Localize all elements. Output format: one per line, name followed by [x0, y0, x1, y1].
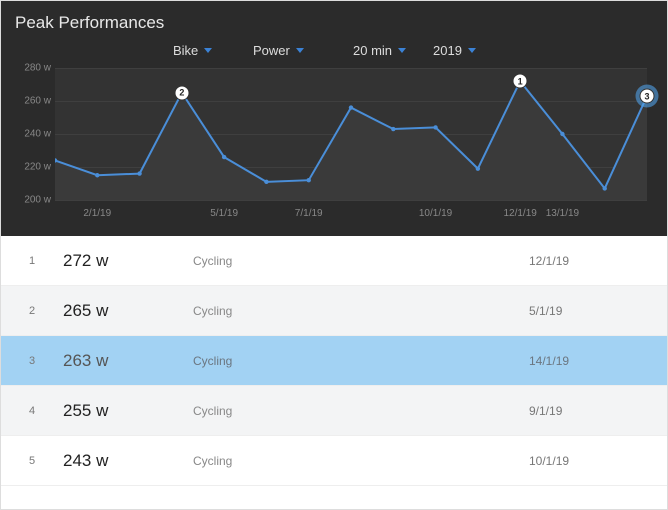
filter-duration-label: 20 min	[353, 43, 392, 58]
peak-chart: 200 w220 w240 w260 w280 w2/1/195/1/197/1…	[55, 68, 647, 228]
chart-marker[interactable]: 1	[513, 74, 528, 89]
y-tick: 200 w	[24, 195, 51, 206]
filter-period-label: 2019	[433, 43, 462, 58]
filter-bar: Bike Power 20 min 2019	[15, 43, 653, 58]
row-rank: 4	[29, 405, 63, 417]
x-tick: 7/1/19	[295, 208, 323, 219]
row-rank: 5	[29, 455, 63, 467]
row-date: 9/1/19	[529, 404, 649, 418]
row-date: 14/1/19	[529, 354, 649, 368]
chevron-down-icon	[204, 48, 212, 53]
row-date: 10/1/19	[529, 454, 649, 468]
x-tick: 12/1/19	[503, 208, 536, 219]
chevron-down-icon	[468, 48, 476, 53]
row-sport: Cycling	[193, 404, 529, 418]
chevron-down-icon	[296, 48, 304, 53]
filter-sport-label: Bike	[173, 43, 198, 58]
row-date: 5/1/19	[529, 304, 649, 318]
x-tick: 10/1/19	[419, 208, 452, 219]
x-tick: 13/1/19	[546, 208, 579, 219]
x-tick: 2/1/19	[83, 208, 111, 219]
y-tick: 240 w	[24, 129, 51, 140]
filter-duration[interactable]: 20 min	[353, 43, 415, 58]
panel-title: Peak Performances	[15, 13, 653, 33]
row-date: 12/1/19	[529, 254, 649, 268]
row-rank: 3	[29, 355, 63, 367]
row-value: 263 w	[63, 351, 193, 371]
y-tick: 260 w	[24, 96, 51, 107]
chart-marker[interactable]: 2	[174, 85, 189, 100]
results-table: 1272 wCycling12/1/192265 wCycling5/1/193…	[1, 236, 667, 486]
row-rank: 2	[29, 305, 63, 317]
row-value: 243 w	[63, 451, 193, 471]
table-row[interactable]: 1272 wCycling12/1/19	[1, 236, 667, 286]
row-sport: Cycling	[193, 304, 529, 318]
filter-metric[interactable]: Power	[253, 43, 335, 58]
table-row[interactable]: 3263 wCycling14/1/19	[1, 336, 667, 386]
y-tick: 280 w	[24, 63, 51, 74]
table-row[interactable]: 5243 wCycling10/1/19	[1, 436, 667, 486]
filter-metric-label: Power	[253, 43, 290, 58]
row-sport: Cycling	[193, 354, 529, 368]
table-row[interactable]: 2265 wCycling5/1/19	[1, 286, 667, 336]
filter-period[interactable]: 2019	[433, 43, 495, 58]
row-sport: Cycling	[193, 454, 529, 468]
table-row[interactable]: 4255 wCycling9/1/19	[1, 386, 667, 436]
row-rank: 1	[29, 255, 63, 267]
y-tick: 220 w	[24, 162, 51, 173]
chart-marker[interactable]: 3	[640, 89, 655, 104]
filter-sport[interactable]: Bike	[173, 43, 235, 58]
row-value: 265 w	[63, 301, 193, 321]
row-sport: Cycling	[193, 254, 529, 268]
chevron-down-icon	[398, 48, 406, 53]
row-value: 255 w	[63, 401, 193, 421]
x-tick: 5/1/19	[210, 208, 238, 219]
row-value: 272 w	[63, 251, 193, 271]
